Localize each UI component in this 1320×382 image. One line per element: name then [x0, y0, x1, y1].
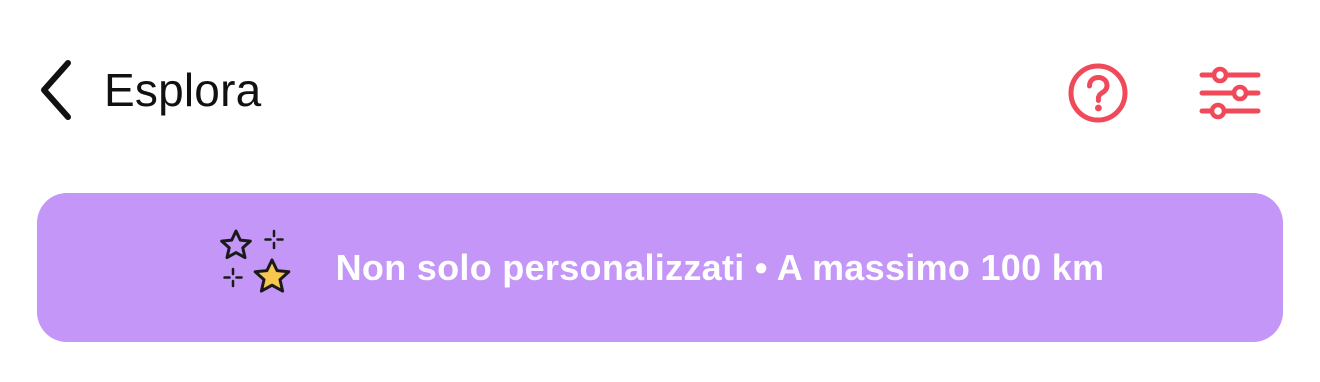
banner-content: Non solo personalizzati • A massimo 100 … [216, 228, 1105, 308]
sliders-icon [1199, 66, 1261, 120]
sparkles-stars-icon [219, 229, 290, 293]
question-circle-icon [1068, 63, 1128, 123]
chevron-left-icon [41, 60, 71, 120]
back-button[interactable] [26, 50, 86, 130]
search-scope-banner[interactable]: Non solo personalizzati • A massimo 100 … [37, 193, 1283, 342]
banner-label: Non solo personalizzati • A massimo 100 … [335, 246, 1105, 288]
header-bar: Esplora [0, 0, 1320, 185]
filters-button[interactable] [1194, 59, 1266, 127]
explore-screen: Esplora Non solo personalizzati • A mass… [0, 0, 1320, 382]
help-button[interactable] [1064, 59, 1132, 127]
page-title: Esplora [104, 64, 262, 116]
